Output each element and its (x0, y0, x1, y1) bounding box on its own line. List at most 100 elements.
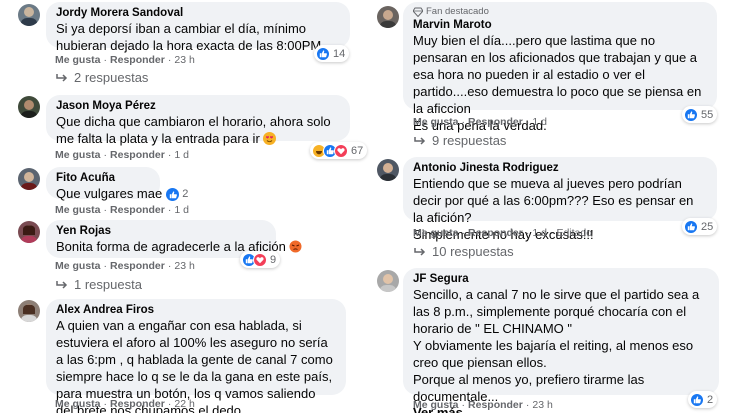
reply-button[interactable]: Responder (110, 204, 165, 216)
like-button[interactable]: Me gusta (413, 116, 459, 128)
view-replies-link[interactable]: 9 respuestas (413, 133, 506, 148)
reply-arrow-icon (56, 73, 68, 82)
comment-text: Sencillo, a canal 7 no le sirve que el p… (413, 287, 700, 404)
reaction-count: 25 (701, 220, 714, 233)
edited-label: Editado (556, 227, 593, 239)
replies-count: 1 respuesta (74, 277, 142, 292)
reaction-summary[interactable]: 67 (310, 142, 368, 159)
comment-time[interactable]: 23 h (532, 399, 552, 411)
comment-actions: Me gusta · Responder · 23 h (55, 54, 195, 66)
like-button[interactable]: Me gusta (55, 204, 101, 216)
comment-author[interactable]: JF Segura (413, 272, 709, 286)
reaction-summary[interactable]: 2 (688, 391, 718, 408)
reaction-count: 2 (707, 393, 714, 406)
comment-actions: Me gusta · Responder · 23 h (413, 399, 553, 411)
comment-actions: Me gusta · Responder · 1 d (413, 116, 547, 128)
comment-time[interactable]: 1 d (532, 227, 547, 239)
reaction-summary[interactable]: 2 (166, 186, 188, 203)
comment-time[interactable]: 23 h (174, 54, 194, 66)
avatar[interactable] (377, 270, 399, 292)
comment-author[interactable]: Fito Acuña (56, 171, 150, 185)
reply-arrow-icon (414, 136, 426, 145)
reply-button[interactable]: Responder (468, 116, 523, 128)
comment-time[interactable]: 22 h (174, 398, 194, 410)
view-replies-link[interactable]: 10 respuestas (413, 244, 514, 259)
comment-author[interactable]: Antonio Jinesta Rodriguez (413, 161, 707, 175)
avatar[interactable] (377, 159, 399, 181)
comment-actions: Me gusta · Responder · 1 d (55, 149, 189, 161)
like-reaction-icon (690, 392, 704, 407)
reaction-summary[interactable]: 14 (314, 45, 350, 62)
comment-text-content: Que dicha que cambiaron el horario, ahor… (56, 114, 335, 146)
comment-bubble: JF Segura Sencillo, a canal 7 no le sirv… (403, 268, 719, 413)
avatar[interactable] (18, 300, 40, 322)
reaction-summary[interactable]: 9 (240, 251, 281, 268)
comment-actions: Me gusta · Responder · 23 h (55, 260, 195, 272)
comment-bubble: Antonio Jinesta Rodriguez Entiendo que s… (403, 157, 717, 242)
reply-button[interactable]: Responder (468, 227, 523, 239)
avatar[interactable] (377, 6, 399, 28)
replies-count: 9 respuestas (432, 133, 507, 148)
love-reaction-icon (334, 143, 348, 158)
comment-bubble: Alex Andrea Firos A quien van a engañar … (46, 299, 346, 413)
comment-actions: Me gusta · Responder · 22 h (55, 398, 195, 410)
like-button[interactable]: Me gusta (55, 398, 101, 410)
like-reaction-icon (166, 188, 180, 202)
like-button[interactable]: Me gusta (413, 399, 459, 411)
reaction-summary[interactable]: 25 (682, 218, 718, 235)
reaction-count: 2 (182, 188, 189, 201)
reply-button[interactable]: Responder (110, 398, 165, 410)
reply-arrow-icon (414, 247, 426, 256)
reaction-count: 9 (270, 253, 277, 266)
comment-text-content: Que vulgares mae (56, 186, 163, 201)
top-fan-badge[interactable]: Fan destacado (413, 6, 707, 18)
comment-text: Que dicha que cambiaron el horario, ahor… (56, 113, 340, 147)
reply-button[interactable]: Responder (110, 149, 165, 161)
comment-author[interactable]: Jason Moya Pérez (56, 99, 340, 113)
heart-eyes-emoji-icon (263, 132, 277, 145)
replies-count: 10 respuestas (432, 244, 514, 259)
avatar[interactable] (18, 168, 40, 190)
comment-text: Bonita forma de agradecerle a la afición (56, 238, 302, 255)
comment-author[interactable]: Jordy Morera Sandoval (56, 6, 340, 20)
comment-bubble: Jason Moya Pérez Que dicha que cambiaron… (46, 95, 350, 146)
comment-author[interactable]: Alex Andrea Firos (56, 303, 336, 317)
reaction-count: 67 (351, 144, 364, 157)
reaction-count: 55 (701, 108, 714, 121)
reply-button[interactable]: Responder (110, 260, 165, 272)
comment-text: Que vulgares mae 2 (56, 185, 188, 203)
badge-label: Fan destacado (426, 6, 489, 17)
comment-actions: Me gusta · Responder · 1 d (55, 204, 189, 216)
like-reaction-icon (684, 219, 698, 234)
like-button[interactable]: Me gusta (55, 260, 101, 272)
avatar[interactable] (18, 4, 40, 26)
comment-text: Si ya deporsí iban a cambiar el día, mín… (56, 21, 325, 53)
comment-bubble: Fito Acuña Que vulgares mae 2 (46, 167, 188, 202)
comment-bubble: Fan destacado Marvin Maroto Muy bien el … (403, 2, 717, 133)
comment-time[interactable]: 1 d (174, 149, 189, 161)
view-replies-link[interactable]: 1 respuesta (55, 277, 142, 292)
like-reaction-icon (684, 107, 698, 122)
reply-button[interactable]: Responder (468, 399, 523, 411)
like-button[interactable]: Me gusta (55, 149, 101, 161)
comment-time[interactable]: 23 h (174, 260, 194, 272)
comment-author[interactable]: Yen Rojas (56, 224, 266, 238)
avatar[interactable] (18, 221, 40, 243)
like-button[interactable]: Me gusta (413, 227, 459, 239)
reply-arrow-icon (56, 280, 68, 289)
comment-author[interactable]: Marvin Maroto (413, 18, 707, 32)
comment-time[interactable]: 1 d (532, 116, 547, 128)
like-reaction-icon (316, 46, 330, 61)
comment-bubble: Jordy Morera Sandoval Si ya deporsí iban… (46, 2, 350, 53)
replies-count: 2 respuestas (74, 70, 149, 85)
reply-button[interactable]: Responder (110, 54, 165, 66)
comment-time[interactable]: 1 d (174, 204, 189, 216)
reaction-summary[interactable]: 55 (682, 106, 718, 123)
comment-actions: Me gusta · Responder · 1 d · Editado (413, 227, 593, 239)
like-button[interactable]: Me gusta (55, 54, 101, 66)
love-reaction-icon (253, 252, 267, 267)
view-replies-link[interactable]: 2 respuestas (55, 70, 148, 85)
avatar[interactable] (18, 96, 40, 118)
comment-bubble: Yen Rojas Bonita forma de agradecerle a … (46, 220, 302, 258)
diamond-icon (413, 7, 423, 17)
